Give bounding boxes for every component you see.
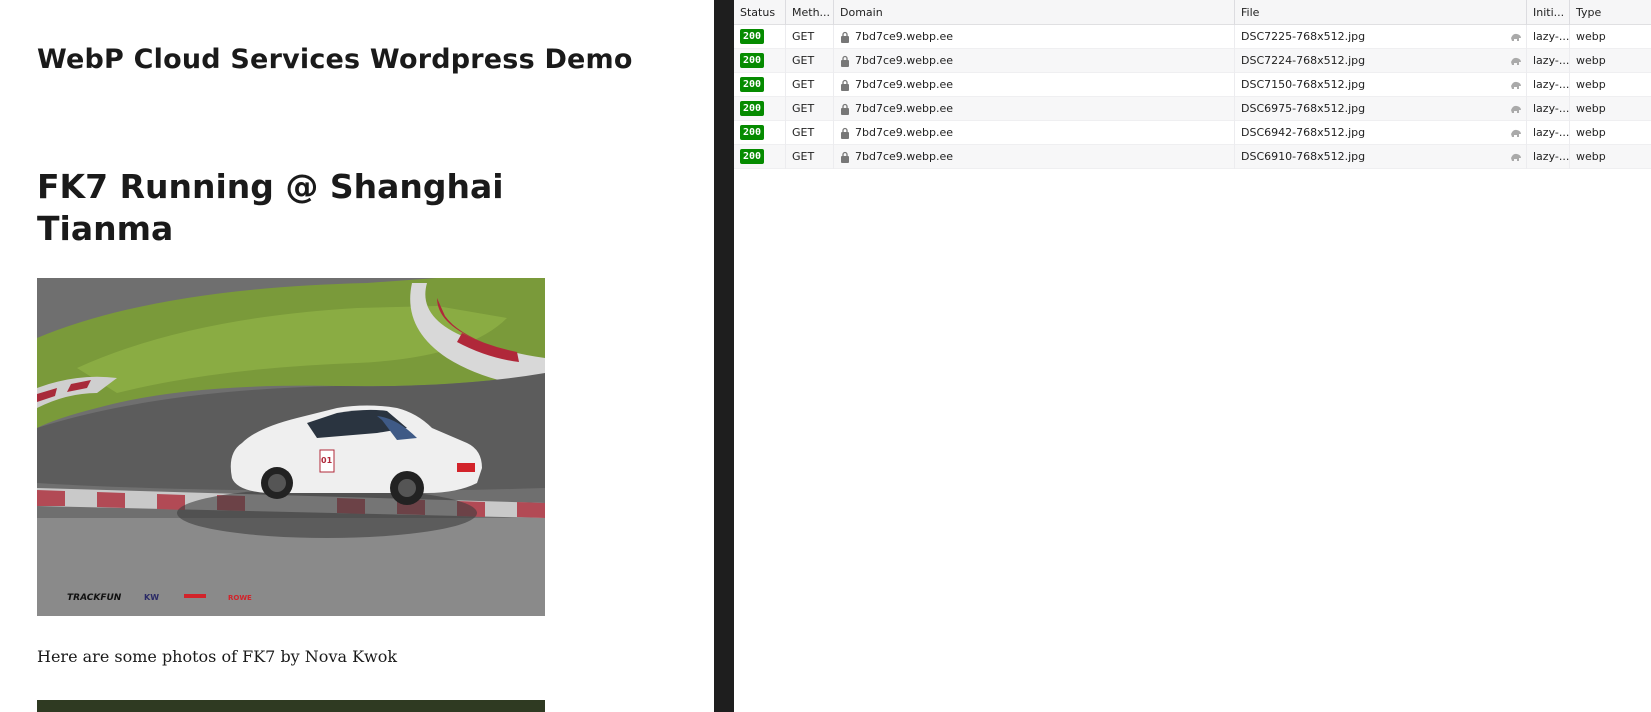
status-cell: 200 <box>734 73 785 96</box>
site-title[interactable]: WebP Cloud Services Wordpress Demo <box>37 44 633 75</box>
post-caption: Here are some photos of FK7 by Nova Kwok <box>37 647 398 666</box>
tracker-icon <box>1511 105 1521 113</box>
network-request-row[interactable]: 200 GET 7bd7ce9.webp.ee DSC6975-768x512.jpg… <box>734 97 1651 121</box>
tracker-icon <box>1511 81 1521 89</box>
domain-text: 7bd7ce9.webp.ee <box>855 30 954 43</box>
method-cell: GET <box>792 54 815 67</box>
file-cell: DSC6942-768x512.jpg <box>1235 121 1526 144</box>
method-cell: GET <box>792 30 815 43</box>
file-cell: DSC7224-768x512.jpg <box>1235 49 1526 72</box>
network-request-row[interactable]: 200 GET 7bd7ce9.webp.ee DSC6910-768x512.jpg… <box>734 145 1651 169</box>
domain-text: 7bd7ce9.webp.ee <box>855 126 954 139</box>
column-header-method[interactable]: Meth... <box>786 0 833 24</box>
column-header-status[interactable]: Status <box>734 0 785 24</box>
type-cell: webp <box>1576 102 1606 115</box>
tracker-icon <box>1511 153 1521 161</box>
initiator-cell[interactable]: lazy-... <box>1527 49 1569 72</box>
post-photo[interactable]: 01 TRACKFUN KW ROWE <box>37 278 545 616</box>
wordpress-page: WebP Cloud Services Wordpress Demo FK7 R… <box>0 0 714 712</box>
initiator-cell[interactable]: lazy-... <box>1527 145 1569 168</box>
status-badge: 200 <box>740 149 765 164</box>
status-cell: 200 <box>734 121 785 144</box>
network-table-header: Status Meth... Domain File Initi... Type <box>734 0 1651 25</box>
initiator-cell[interactable]: lazy-... <box>1527 97 1569 120</box>
file-text: DSC7150-768x512.jpg <box>1241 78 1366 91</box>
type-cell: webp <box>1576 54 1606 67</box>
lock-icon <box>841 127 849 139</box>
domain-cell: 7bd7ce9.webp.ee <box>834 73 1234 96</box>
file-cell: DSC7225-768x512.jpg <box>1235 25 1526 48</box>
status-cell: 200 <box>734 97 785 120</box>
initiator-cell[interactable]: lazy-... <box>1527 25 1569 48</box>
method-cell: GET <box>792 126 815 139</box>
initiator-cell[interactable]: lazy-... <box>1527 73 1569 96</box>
lock-icon <box>841 79 849 91</box>
status-cell: 200 <box>734 49 785 72</box>
status-badge: 200 <box>740 125 765 140</box>
lock-icon <box>841 31 849 43</box>
column-header-type[interactable]: Type <box>1570 0 1651 24</box>
domain-text: 7bd7ce9.webp.ee <box>855 78 954 91</box>
domain-cell: 7bd7ce9.webp.ee <box>834 97 1234 120</box>
status-badge: 200 <box>740 77 765 92</box>
file-text: DSC6942-768x512.jpg <box>1241 126 1366 139</box>
domain-text: 7bd7ce9.webp.ee <box>855 102 954 115</box>
network-request-row[interactable]: 200 GET 7bd7ce9.webp.ee DSC6942-768x512.jpg… <box>734 121 1651 145</box>
status-badge: 200 <box>740 101 765 116</box>
post-title[interactable]: FK7 Running @ Shanghai Tianma <box>37 166 557 250</box>
status-badge: 200 <box>740 53 765 68</box>
status-cell: 200 <box>734 25 785 48</box>
method-cell: GET <box>792 150 815 163</box>
file-cell: DSC6910-768x512.jpg <box>1235 145 1526 168</box>
file-cell: DSC7150-768x512.jpg <box>1235 73 1526 96</box>
file-text: DSC6910-768x512.jpg <box>1241 150 1366 163</box>
type-cell: webp <box>1576 126 1606 139</box>
domain-cell: 7bd7ce9.webp.ee <box>834 49 1234 72</box>
domain-cell: 7bd7ce9.webp.ee <box>834 121 1234 144</box>
status-cell: 200 <box>734 145 785 168</box>
domain-cell: 7bd7ce9.webp.ee <box>834 25 1234 48</box>
network-request-row[interactable]: 200 GET 7bd7ce9.webp.ee DSC7224-768x512.jpg… <box>734 49 1651 73</box>
file-text: DSC7225-768x512.jpg <box>1241 30 1366 43</box>
car-number: 01 <box>321 456 333 465</box>
status-badge: 200 <box>740 29 765 44</box>
tracker-icon <box>1511 129 1521 137</box>
lock-icon <box>841 103 849 115</box>
second-photo[interactable] <box>37 700 545 712</box>
photo-logo-trackfun: TRACKFUN <box>67 593 122 603</box>
photo-logo-kw: KW <box>144 593 159 602</box>
column-header-initiator[interactable]: Initi... <box>1527 0 1569 24</box>
type-cell: webp <box>1576 30 1606 43</box>
column-header-file[interactable]: File <box>1235 0 1526 24</box>
network-request-row[interactable]: 200 GET 7bd7ce9.webp.ee DSC7150-768x512.jpg… <box>734 73 1651 97</box>
tracker-icon <box>1511 33 1521 41</box>
domain-cell: 7bd7ce9.webp.ee <box>834 145 1234 168</box>
column-header-domain[interactable]: Domain <box>834 0 1234 24</box>
lock-icon <box>841 55 849 67</box>
file-text: DSC7224-768x512.jpg <box>1241 54 1366 67</box>
domain-text: 7bd7ce9.webp.ee <box>855 54 954 67</box>
panel-splitter[interactable] <box>714 0 734 712</box>
method-cell: GET <box>792 78 815 91</box>
network-panel: Status Meth... Domain File Initi... Type… <box>734 0 1651 712</box>
photo-logo-rowe: ROWE <box>228 594 252 602</box>
type-cell: webp <box>1576 78 1606 91</box>
file-text: DSC6975-768x512.jpg <box>1241 102 1366 115</box>
type-cell: webp <box>1576 150 1606 163</box>
initiator-cell[interactable]: lazy-... <box>1527 121 1569 144</box>
domain-text: 7bd7ce9.webp.ee <box>855 150 954 163</box>
network-request-row[interactable]: 200 GET 7bd7ce9.webp.ee DSC7225-768x512.jpg… <box>734 25 1651 49</box>
method-cell: GET <box>792 102 815 115</box>
file-cell: DSC6975-768x512.jpg <box>1235 97 1526 120</box>
tracker-icon <box>1511 57 1521 65</box>
lock-icon <box>841 151 849 163</box>
